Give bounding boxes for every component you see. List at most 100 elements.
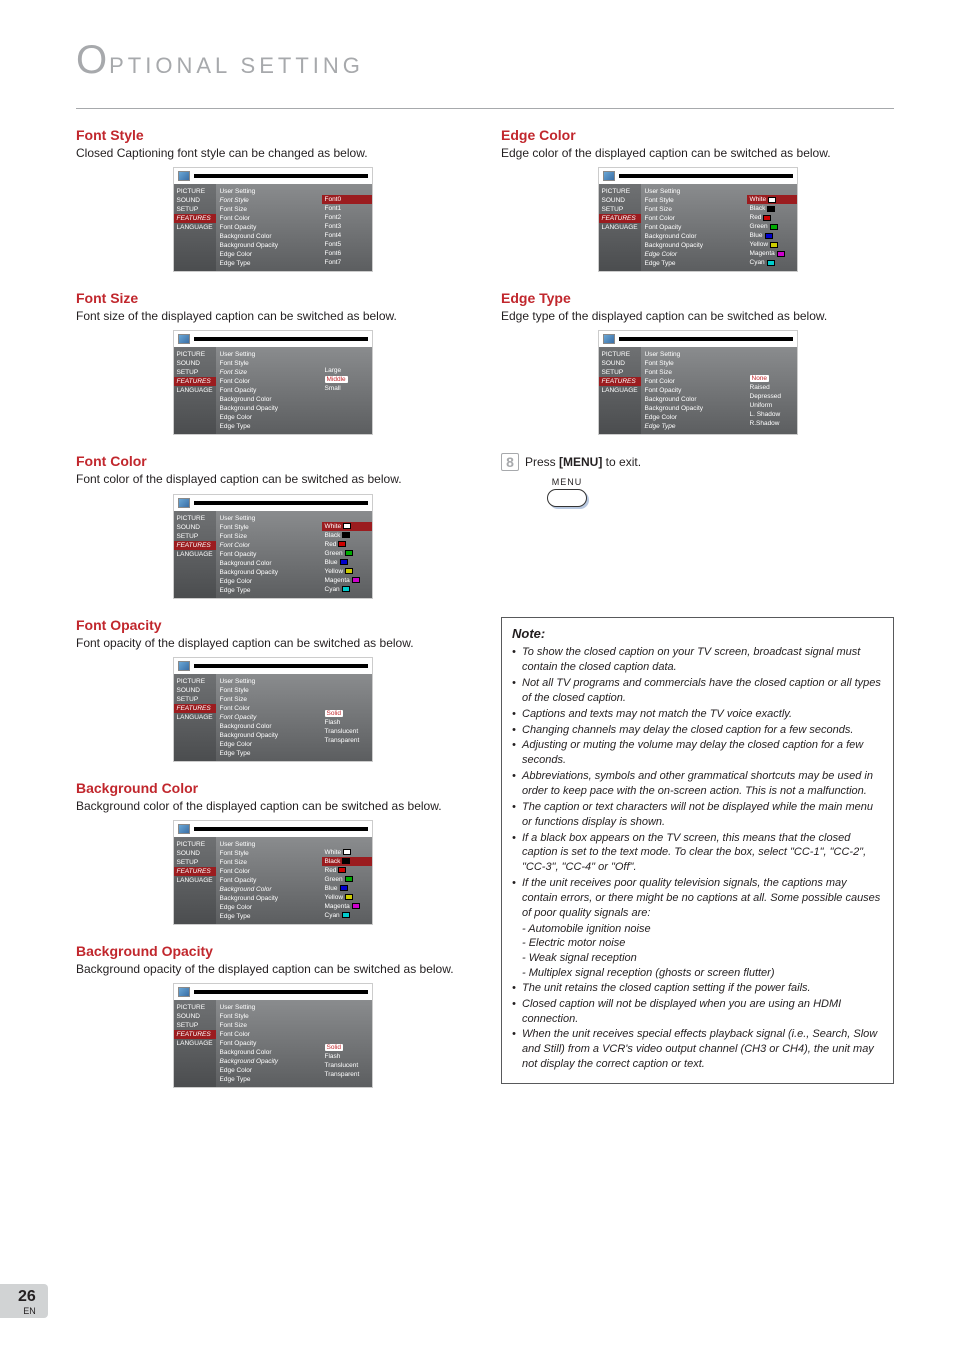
menu-settings: User SettingFont StyleFont SizeFont Colo… [216, 511, 322, 598]
setting-item: User Setting [216, 1003, 322, 1012]
color-swatch [763, 215, 771, 221]
option-item: Small [322, 384, 372, 393]
setting-item: Font Color [216, 1030, 322, 1039]
sidebar-item: LANGUAGE [599, 223, 641, 232]
setting-item: Edge Color [641, 250, 747, 259]
setting-item: Background Color [216, 559, 322, 568]
color-swatch [343, 523, 351, 529]
sidebar-item: SOUND [174, 686, 216, 695]
sidebar-item: FEATURES [174, 377, 216, 386]
option-item: Large [322, 366, 372, 375]
setting-item: Font Style [641, 359, 747, 368]
section: Edge ColorEdge color of the displayed ca… [501, 127, 894, 272]
sidebar-item: PICTURE [599, 187, 641, 196]
sidebar-item: SETUP [599, 205, 641, 214]
page-header: O PTIONAL SETTING [76, 40, 894, 80]
left-column: Font StyleClosed Captioning font style c… [76, 127, 469, 1106]
sidebar-item: LANGUAGE [174, 223, 216, 232]
setting-item: Edge Color [641, 413, 747, 422]
section: Background ColorBackground color of the … [76, 780, 469, 925]
menu-button-icon [547, 489, 587, 507]
option-item: None [747, 374, 797, 383]
menu-sidebar: PICTURESOUNDSETUPFEATURESLANGUAGE [599, 347, 641, 434]
note-item: If the unit receives poor quality televi… [512, 876, 883, 921]
option-item: White [322, 522, 372, 531]
option-item: Font7 [322, 258, 372, 267]
sidebar-item: FEATURES [599, 214, 641, 223]
setting-item: Font Size [641, 205, 747, 214]
setting-item: Font Style [216, 686, 322, 695]
sidebar-item: SOUND [599, 196, 641, 205]
option-item: Black [322, 531, 372, 540]
section: Font OpacityFont opacity of the displaye… [76, 617, 469, 762]
setting-item: User Setting [216, 840, 322, 849]
color-swatch [343, 849, 351, 855]
menu-sidebar: PICTURESOUNDSETUPFEATURESLANGUAGE [174, 837, 216, 924]
setting-item: User Setting [216, 350, 322, 359]
color-swatch [345, 894, 353, 900]
color-swatch [340, 885, 348, 891]
sidebar-item: FEATURES [174, 867, 216, 876]
menu-settings: User SettingFont StyleFont SizeFont Colo… [641, 184, 747, 271]
menu-sidebar: PICTURESOUNDSETUPFEATURESLANGUAGE [174, 347, 216, 434]
setting-item: Font Opacity [216, 550, 322, 559]
setting-item: User Setting [641, 187, 747, 196]
setting-item: Background Color [216, 1048, 322, 1057]
sidebar-item: SOUND [599, 359, 641, 368]
menu-sidebar: PICTURESOUNDSETUPFEATURESLANGUAGE [174, 511, 216, 598]
menu-settings: User SettingFont StyleFont SizeFont Colo… [216, 347, 322, 434]
setting-item: Font Opacity [216, 386, 322, 395]
color-swatch [770, 242, 778, 248]
option-item: Translucent [322, 1061, 372, 1070]
sidebar-item: FEATURES [174, 214, 216, 223]
option-item: White [747, 195, 797, 204]
menu-sidebar: PICTURESOUNDSETUPFEATURESLANGUAGE [599, 184, 641, 271]
option-item: Solid [322, 709, 372, 718]
menu-options: NoneRaisedDepressedUniformL. ShadowR.Sha… [747, 347, 797, 434]
setting-item: Background Color [641, 232, 747, 241]
setting-item: Font Style [641, 196, 747, 205]
setting-item: Font Style [216, 1012, 322, 1021]
menu-screenshot: PICTURESOUNDSETUPFEATURESLANGUAGEUser Se… [173, 494, 373, 599]
option-item: Green [747, 222, 797, 231]
setting-item: Font Color [216, 377, 322, 386]
color-swatch [345, 568, 353, 574]
color-swatch [767, 206, 775, 212]
option-item: Yellow [322, 893, 372, 902]
option-item: Blue [322, 884, 372, 893]
menu-options: WhiteBlackRedGreenBlueYellowMagentaCyan [747, 184, 797, 271]
sidebar-item: PICTURE [174, 350, 216, 359]
section: Font StyleClosed Captioning font style c… [76, 127, 469, 272]
step-number: 8 [501, 453, 519, 471]
setting-item: Font Opacity [216, 223, 322, 232]
setting-item: Background Opacity [216, 241, 322, 250]
menu-screenshot: PICTURESOUNDSETUPFEATURESLANGUAGEUser Se… [173, 983, 373, 1088]
option-item: Magenta [747, 249, 797, 258]
menu-button-label: MENU [539, 477, 595, 487]
sidebar-item: SETUP [174, 1021, 216, 1030]
sidebar-item: PICTURE [174, 840, 216, 849]
option-item: Font3 [322, 222, 372, 231]
section-desc: Background opacity of the displayed capt… [76, 961, 469, 977]
section: Font SizeFont size of the displayed capt… [76, 290, 469, 435]
page-lang: EN [18, 1306, 36, 1316]
note-item: Abbreviations, symbols and other grammat… [512, 769, 883, 799]
option-item: Flash [322, 718, 372, 727]
section: Edge TypeEdge type of the displayed capt… [501, 290, 894, 435]
setting-item: Font Size [216, 858, 322, 867]
note-box: Note:To show the closed caption on your … [501, 617, 894, 1084]
sidebar-item: SETUP [174, 858, 216, 867]
color-swatch [767, 260, 775, 266]
section-title: Font Opacity [76, 617, 469, 633]
menu-screenshot: PICTURESOUNDSETUPFEATURESLANGUAGEUser Se… [598, 330, 798, 435]
menu-button-illustration: MENU [539, 477, 595, 507]
sidebar-item: PICTURE [174, 514, 216, 523]
color-swatch [338, 541, 346, 547]
color-swatch [352, 577, 360, 583]
menu-settings: User SettingFont StyleFont SizeFont Colo… [641, 347, 747, 434]
setting-item: Edge Type [216, 586, 322, 595]
setting-item: Font Style [216, 196, 322, 205]
note-item: The unit retains the closed caption sett… [512, 981, 883, 996]
sidebar-item: LANGUAGE [174, 550, 216, 559]
option-item: Font4 [322, 231, 372, 240]
